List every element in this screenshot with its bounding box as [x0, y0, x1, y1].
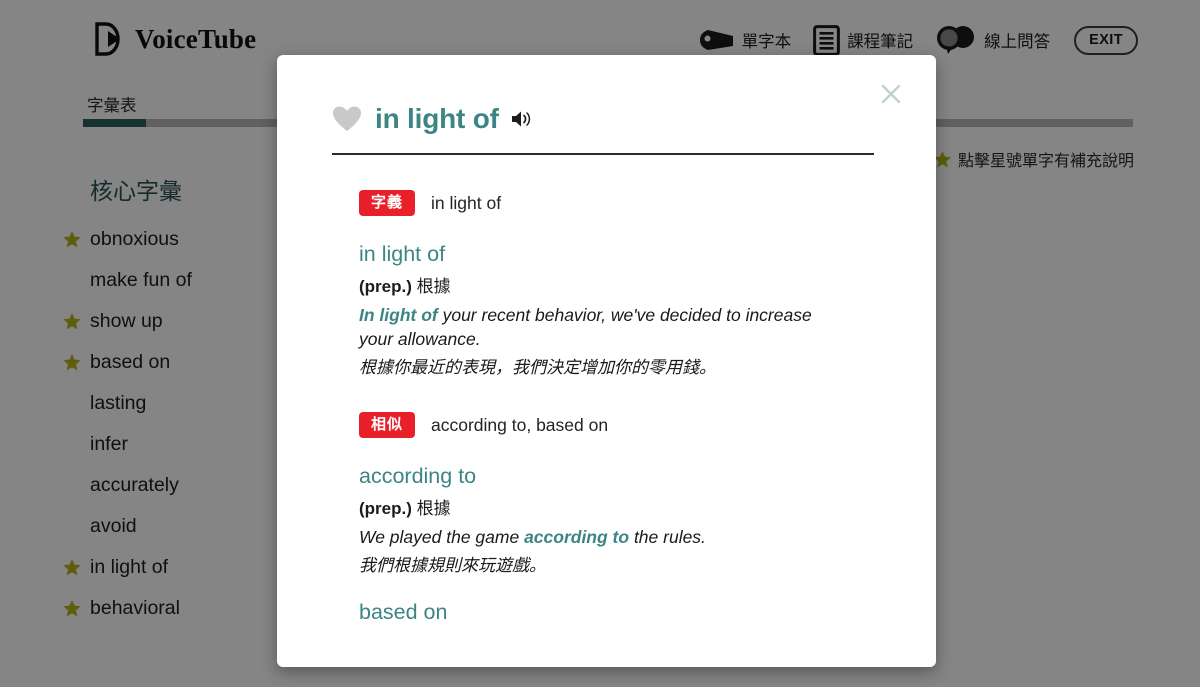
section-badge-text: in light of [431, 192, 502, 213]
speaker-volume-icon[interactable] [511, 109, 533, 129]
entry-headword[interactable]: according to [359, 464, 876, 489]
entry-example-translation: 我們根據規則來玩遊戲。 [359, 555, 546, 575]
modal-header: in light of [332, 103, 533, 135]
section-badge-row: 相似 according to, based on [359, 412, 876, 439]
entry-example-translation: 根據你最近的表現，我們決定增加你的零用錢。 [359, 357, 716, 377]
entry-headword[interactable]: based on [359, 600, 876, 625]
close-x-icon[interactable] [879, 82, 903, 106]
section-badge: 相似 [359, 412, 416, 439]
heart-icon[interactable] [332, 105, 362, 133]
section-badge-text: according to, based on [431, 414, 609, 435]
section-badge-row: 字義 in light of [359, 190, 876, 217]
entry-headword[interactable]: in light of [359, 242, 876, 267]
entry-part-of-speech: (prep.) 根據 [359, 499, 451, 519]
entry-example-sentence: We played the game according to the rule… [359, 527, 706, 548]
dictionary-entry: according to (prep.) 根據 We played the game… [359, 464, 876, 578]
modal-body: 字義 in light of in light of (prep.) 根據 In lig… [277, 190, 936, 647]
modal-title: in light of [375, 103, 499, 134]
modal-title-divider [332, 153, 874, 155]
entry-part-of-speech: (prep.) 根據 [359, 277, 451, 297]
entry-example-highlight: In light of [359, 305, 438, 326]
dictionary-entry: based on [359, 600, 876, 625]
entry-example-highlight: according to [524, 527, 630, 548]
section-badge: 字義 [359, 190, 416, 217]
dictionary-entry: in light of (prep.) 根據 In light of your re… [359, 242, 876, 380]
entry-example-sentence: In light of your recent behavior, we've … [359, 305, 812, 350]
word-detail-modal: in light of 字義 in light of in light of (pre… [277, 55, 936, 667]
